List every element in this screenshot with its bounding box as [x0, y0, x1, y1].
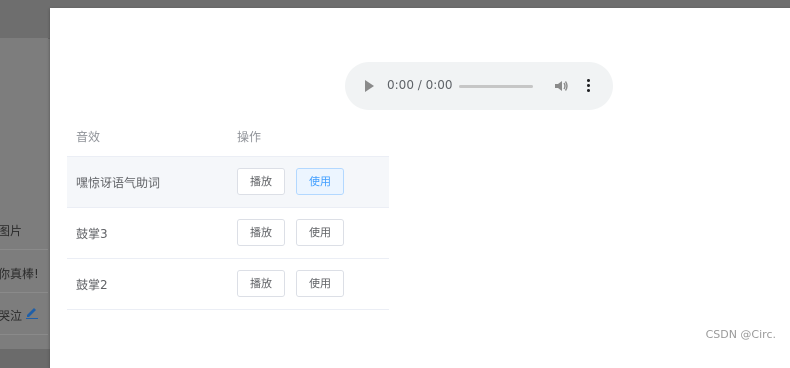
pencil-icon[interactable]	[25, 305, 39, 319]
sound-effect-dialog: 0:00 / 0:00 音效 操作 嘿惊讶语气助词 播放 使用 鼓掌3 播放 使…	[50, 8, 790, 368]
table-row: 嘿惊讶语气助词 播放 使用	[67, 157, 389, 208]
sound-name: 鼓掌2	[76, 278, 108, 292]
background-divider	[0, 249, 48, 250]
table-row: 鼓掌3 播放 使用	[67, 208, 389, 259]
use-button[interactable]: 使用	[296, 168, 344, 195]
audio-time: 0:00 / 0:00	[387, 78, 453, 92]
column-header-name: 音效	[76, 130, 101, 144]
play-button[interactable]: 播放	[237, 219, 285, 246]
column-header-action: 操作	[237, 130, 262, 144]
background-row-label: 图片	[0, 224, 23, 238]
volume-icon[interactable]	[553, 78, 569, 94]
background-divider	[0, 334, 48, 335]
background-divider	[0, 292, 48, 293]
audio-progress-track[interactable]	[459, 85, 533, 88]
use-button[interactable]: 使用	[296, 270, 344, 297]
table-header: 音效 操作	[67, 114, 389, 157]
sound-effect-table: 音效 操作 嘿惊讶语气助词 播放 使用 鼓掌3 播放 使用 鼓掌2 播放 使用	[67, 114, 389, 310]
table-row: 鼓掌2 播放 使用	[67, 259, 389, 310]
watermark: CSDN @Circ.	[705, 328, 776, 341]
play-icon[interactable]	[365, 80, 374, 92]
background-row-label: 哭泣	[0, 309, 23, 323]
audio-player[interactable]: 0:00 / 0:00	[345, 62, 613, 110]
background-row-label: 你真棒!	[0, 267, 39, 281]
more-options-icon[interactable]	[587, 78, 591, 94]
play-button[interactable]: 播放	[237, 270, 285, 297]
sound-name: 鼓掌3	[76, 227, 108, 241]
background-sidebar	[0, 38, 48, 349]
play-button[interactable]: 播放	[237, 168, 285, 195]
use-button[interactable]: 使用	[296, 219, 344, 246]
sound-name: 嘿惊讶语气助词	[76, 176, 161, 190]
